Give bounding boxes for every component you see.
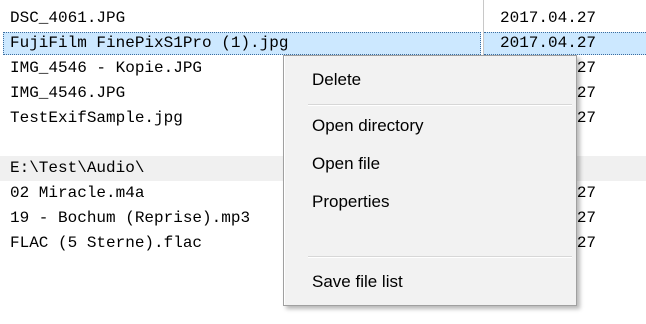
menu-separator	[308, 256, 572, 258]
menu-item-delete[interactable]: Delete	[286, 62, 574, 98]
menu-item-label: Save file list	[312, 272, 403, 291]
table-row[interactable]: FujiFilm FinePixS1Pro (1).jpg 2017.04.27	[0, 31, 646, 56]
file-date-cell: 2017.04.27	[500, 34, 597, 52]
column-divider	[483, 0, 484, 6]
column-divider	[483, 31, 484, 56]
file-list-window: DSC_4061.JPG 2017.04.27 FujiFilm FinePixS1…	[0, 0, 646, 324]
menu-item-label: Open directory	[312, 116, 424, 135]
menu-item-label: Properties	[312, 192, 390, 211]
menu-item-label: Delete	[312, 70, 362, 89]
file-name-cell: FujiFilm FinePixS1Pro (1).jpg	[10, 34, 289, 52]
menu-item-save-file-list[interactable]: Save file list	[286, 264, 574, 300]
menu-item-properties[interactable]: Properties	[286, 184, 574, 220]
table-row[interactable]: DSC_4061.JPG 2017.04.27	[0, 6, 646, 31]
menu-item-open-directory[interactable]: Open directory	[286, 108, 574, 144]
menu-item-label: Open file	[312, 154, 381, 173]
column-divider	[483, 6, 484, 31]
file-name-cell: DSC_4061.JPG	[10, 9, 126, 27]
context-menu: Delete Open directory Open file Properti…	[283, 55, 577, 306]
menu-item-open-file[interactable]: Open file	[286, 146, 574, 182]
menu-gutter-line	[284, 56, 285, 305]
menu-separator	[308, 104, 572, 106]
file-date-cell: 2017.04.27	[500, 9, 597, 27]
